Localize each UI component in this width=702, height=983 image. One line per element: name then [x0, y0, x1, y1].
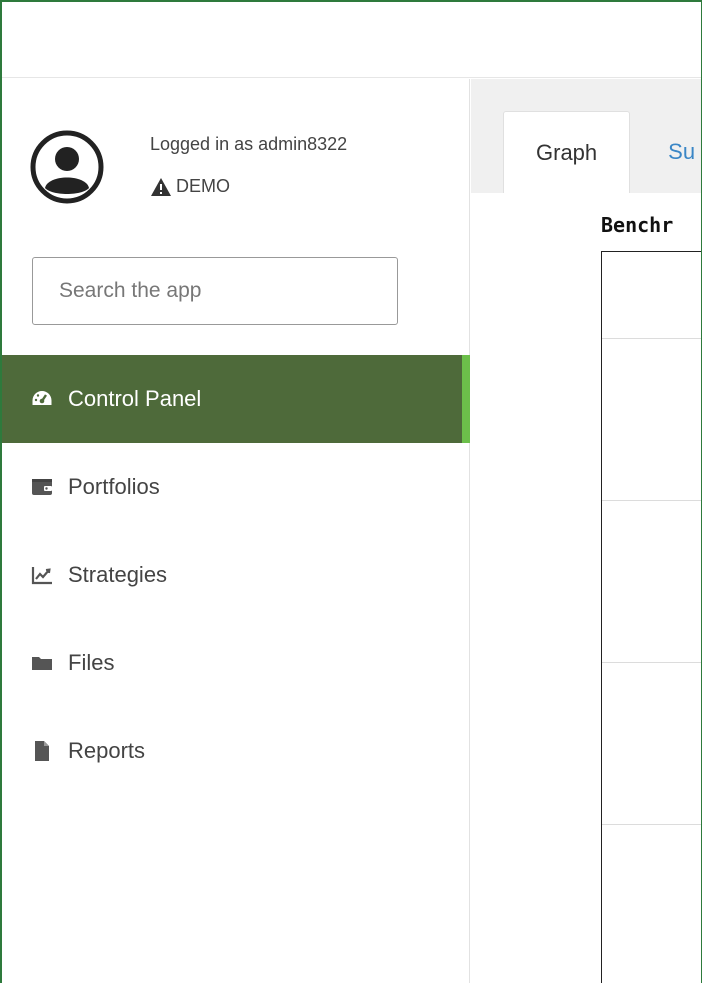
sidebar-item-label: Files: [68, 650, 115, 675]
sidebar-item-label: Strategies: [68, 562, 168, 587]
chart-area: [601, 251, 701, 983]
demo-badge: DEMO: [150, 176, 230, 197]
folder-icon: [30, 651, 54, 675]
tab-summary[interactable]: Su: [630, 111, 701, 193]
mode-label: DEMO: [176, 176, 230, 196]
sidebar-item-label: Control Panel: [68, 386, 202, 411]
user-info: Logged in as admin8322 DEMO: [30, 130, 450, 210]
wallet-icon: [30, 475, 54, 499]
main-content: Graph Su Benchr: [471, 79, 701, 983]
sidebar-item-strategies[interactable]: Strategies: [2, 531, 470, 619]
app-window: Logged in as admin8322 DEMO Search the a…: [0, 0, 702, 983]
search-input[interactable]: [32, 257, 398, 325]
sidebar-nav: Control Panel Portfolios Strategies File…: [2, 355, 470, 795]
chart-gridline: [602, 824, 701, 825]
tab-graph[interactable]: Graph: [503, 111, 631, 193]
sidebar-item-label: Reports: [68, 738, 146, 763]
top-bar: [2, 2, 701, 78]
sidebar-item-control-panel[interactable]: Control Panel: [2, 355, 470, 443]
sidebar-item-files[interactable]: Files: [2, 619, 470, 707]
logged-in-text: Logged in as admin8322: [150, 134, 348, 154]
sidebar-item-portfolios[interactable]: Portfolios: [2, 443, 470, 531]
sidebar-item-reports[interactable]: Reports: [2, 707, 470, 795]
warning-triangle-icon: [150, 177, 172, 197]
line-chart-icon: [30, 563, 54, 587]
chart-gridline: [602, 500, 701, 501]
dashboard-gauge-icon: [30, 387, 54, 411]
chart-gridline: [602, 662, 701, 663]
chart-gridline: [602, 338, 701, 339]
file-icon: [30, 739, 54, 763]
sidebar-item-label: Portfolios: [68, 474, 160, 499]
chart-title: Benchr: [601, 213, 674, 237]
tab-panel: Benchr: [471, 193, 701, 983]
tab-bar: Graph Su: [503, 111, 701, 193]
user-circle-icon[interactable]: [30, 130, 104, 204]
